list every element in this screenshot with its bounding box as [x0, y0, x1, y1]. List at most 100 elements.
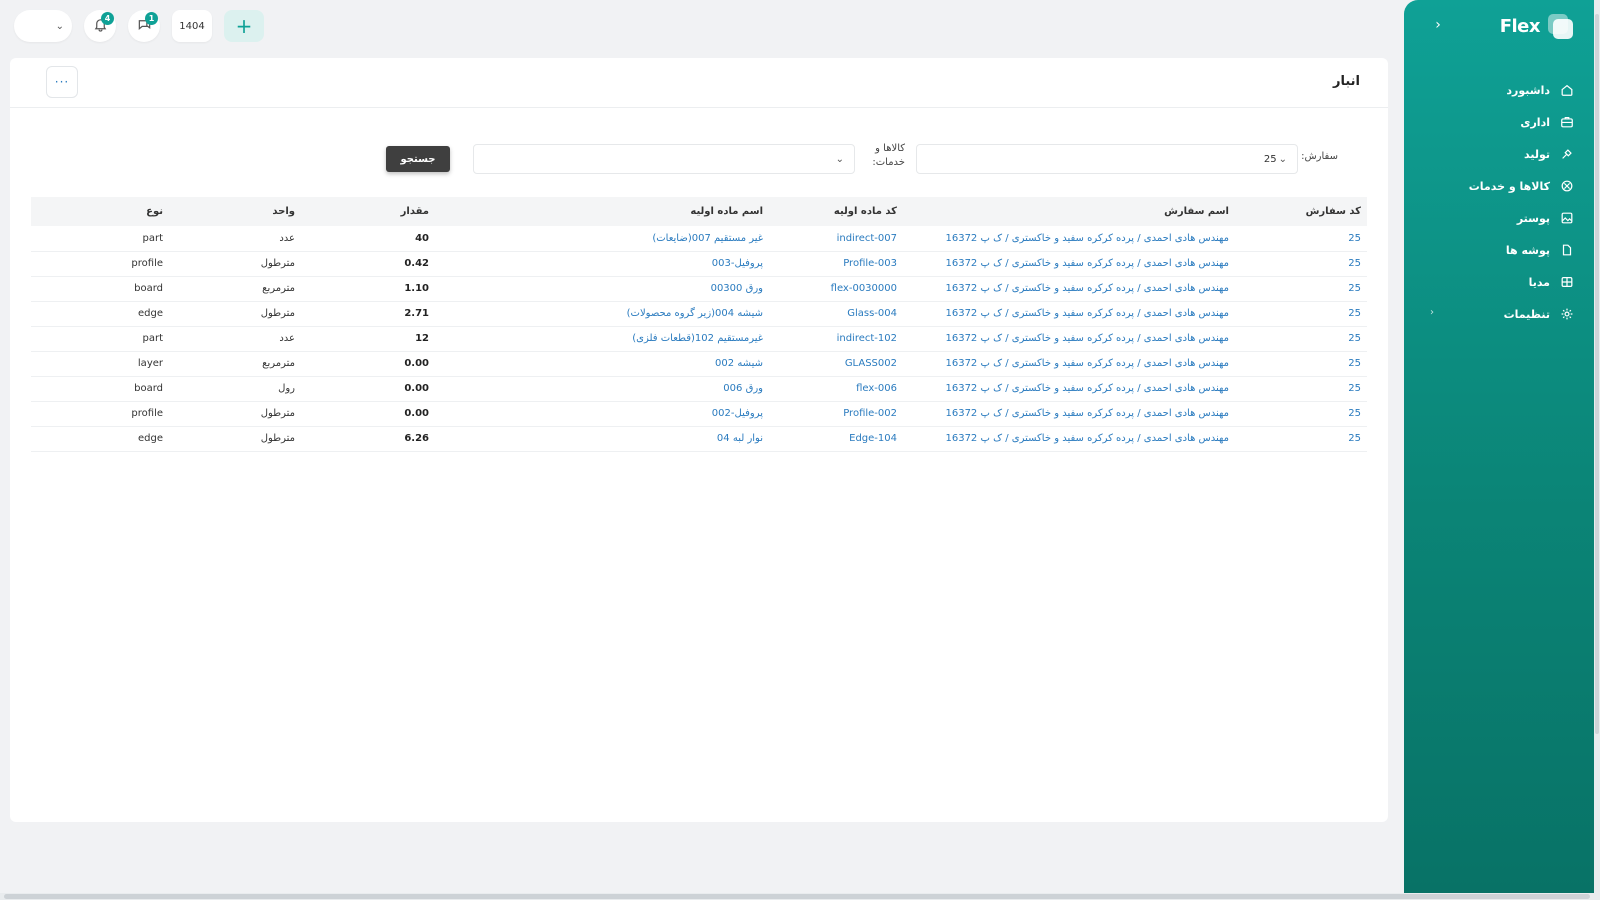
order-name-link[interactable]: مهندس هادی احمدی / پرده کرکره سفید و خاک… [945, 308, 1229, 319]
sidebar-item-admin[interactable]: اداری [1404, 106, 1598, 138]
material-code-link[interactable]: indirect-007 [837, 233, 897, 244]
order-select[interactable]: 25 ⌄ [916, 144, 1298, 174]
column-header-order-code[interactable]: کد سفارش [1235, 197, 1367, 226]
quantity-cell: 2.71 [404, 308, 429, 319]
table-header-row: کد سفارش اسم سفارش کد ماده اولیه اسم ماد… [31, 197, 1367, 226]
order-name-link[interactable]: مهندس هادی احمدی / پرده کرکره سفید و خاک… [945, 333, 1229, 344]
sidebar-item-goods[interactable]: کالاها و خدمات [1404, 170, 1598, 202]
material-name-link[interactable]: ورق 00300 [711, 283, 763, 294]
order-name-link[interactable]: مهندس هادی احمدی / پرده کرکره سفید و خاک… [945, 433, 1229, 444]
sidebar-item-folders[interactable]: پوشه ها [1404, 234, 1598, 266]
material-name-link[interactable]: ورق 006 [723, 383, 763, 394]
quantity-cell: 0.00 [404, 358, 429, 369]
material-name-link[interactable]: شیشه 004(زیر گروه محصولات) [627, 308, 763, 319]
order-code-link[interactable]: 25 [1348, 258, 1361, 269]
unit-cell: مترطول [260, 408, 295, 419]
order-select-value: 25 [1263, 153, 1277, 165]
type-cell: profile [131, 408, 163, 419]
material-code-link[interactable]: flex-006 [856, 383, 897, 394]
column-header-order-name[interactable]: اسم سفارش [903, 197, 1235, 226]
briefcase-icon [1560, 115, 1574, 129]
material-name-link[interactable]: نوار لبه 04 [717, 433, 763, 444]
material-name-link[interactable]: پروفیل-003 [712, 258, 763, 269]
column-header-material-code[interactable]: کد ماده اولیه [769, 197, 903, 226]
order-code-link[interactable]: 25 [1348, 383, 1361, 394]
brand-name: Flex [1499, 15, 1541, 37]
material-code-link[interactable]: GLASS002 [845, 358, 897, 369]
goods-select[interactable]: ⌄ [473, 144, 855, 174]
quantity-cell: 40 [415, 232, 429, 244]
sidebar-item-production[interactable]: تولید [1404, 138, 1598, 170]
material-code-link[interactable]: Edge-104 [849, 433, 897, 444]
quantity-cell: 0.00 [404, 383, 429, 394]
messages-button[interactable]: 1 [128, 10, 160, 42]
order-code-link[interactable]: 25 [1348, 408, 1361, 419]
table-row: 25 مهندس هادی احمدی / پرده کرکره سفید و … [31, 376, 1367, 401]
order-name-link[interactable]: مهندس هادی احمدی / پرده کرکره سفید و خاک… [945, 408, 1229, 419]
table-row: 25 مهندس هادی احمدی / پرده کرکره سفید و … [31, 301, 1367, 326]
material-code-link[interactable]: Profile-003 [843, 258, 897, 269]
brand[interactable]: Flex [1500, 12, 1574, 40]
order-name-link[interactable]: مهندس هادی احمدی / پرده کرکره سفید و خاک… [945, 383, 1229, 394]
add-button[interactable]: + [224, 10, 264, 42]
material-name-link[interactable]: پروفیل-002 [712, 408, 763, 419]
scrollbar-thumb[interactable] [4, 894, 1590, 899]
column-header-type[interactable]: نوع [31, 197, 169, 226]
notifications-button[interactable]: 4 [84, 10, 116, 42]
chevron-right-icon[interactable]: › [1430, 17, 1446, 33]
chevron-right-icon: › [1430, 307, 1434, 318]
logo-icon [1546, 12, 1574, 40]
material-code-link[interactable]: Profile-002 [843, 408, 897, 419]
table-row: 25 مهندس هادی احمدی / پرده کرکره سفید و … [31, 251, 1367, 276]
order-name-link[interactable]: مهندس هادی احمدی / پرده کرکره سفید و خاک… [945, 283, 1229, 294]
sidebar-item-settings[interactable]: › تنظیمات [1404, 298, 1598, 330]
cube-icon [1560, 179, 1574, 193]
order-code-link[interactable]: 25 [1348, 308, 1361, 319]
material-code-link[interactable]: Glass-004 [847, 308, 897, 319]
sidebar-item-media[interactable]: مدیا [1404, 266, 1598, 298]
material-code-link[interactable]: indirect-102 [837, 333, 897, 344]
chevron-down-icon: ⌄ [1278, 153, 1287, 165]
horizontal-scrollbar[interactable] [0, 893, 1594, 900]
order-name-link[interactable]: مهندس هادی احمدی / پرده کرکره سفید و خاک… [945, 258, 1229, 269]
unit-cell: مترطول [260, 433, 295, 444]
topbar: ⌄ 4 1 1404 + [14, 10, 264, 42]
table-row: 25 مهندس هادی احمدی / پرده کرکره سفید و … [31, 401, 1367, 426]
order-code-link[interactable]: 25 [1348, 358, 1361, 369]
material-name-link[interactable]: شیشه 002 [715, 358, 763, 369]
table-row: 25 مهندس هادی احمدی / پرده کرکره سفید و … [31, 276, 1367, 301]
order-code-link[interactable]: 25 [1348, 433, 1361, 444]
type-cell: part [142, 333, 163, 344]
order-code-link[interactable]: 25 [1348, 333, 1361, 344]
type-cell: layer [137, 358, 163, 369]
order-name-link[interactable]: مهندس هادی احمدی / پرده کرکره سفید و خاک… [945, 358, 1229, 369]
material-code-link[interactable]: flex-0030000 [831, 283, 897, 294]
column-header-unit[interactable]: واحد [169, 197, 301, 226]
chevron-down-icon: ⌄ [835, 153, 844, 165]
sidebar-item-dashboard[interactable]: داشبورد [1404, 74, 1598, 106]
unit-cell: عدد [279, 333, 295, 344]
material-name-link[interactable]: غیرمستقیم 102(قطعات فلزی) [632, 333, 763, 344]
order-code-link[interactable]: 25 [1348, 283, 1361, 294]
table-row: 25 مهندس هادی احمدی / پرده کرکره سفید و … [31, 326, 1367, 351]
sidebar-item-label: پوشه ها [1505, 243, 1550, 257]
column-header-quantity[interactable]: مقدار [301, 197, 435, 226]
type-cell: edge [138, 433, 163, 444]
user-select[interactable]: ⌄ [14, 10, 72, 42]
unit-cell: رول [278, 383, 295, 394]
material-name-link[interactable]: غیر مستقیم 007(ضایعات) [652, 233, 763, 244]
sidebar-item-label: پوستر [1516, 211, 1550, 225]
fiscal-year-button[interactable]: 1404 [172, 10, 212, 42]
vertical-scrollbar[interactable] [1594, 0, 1600, 900]
order-code-link[interactable]: 25 [1348, 233, 1361, 244]
goods-filter-label-line2: خدمات: [872, 157, 905, 168]
order-name-link[interactable]: مهندس هادی احمدی / پرده کرکره سفید و خاک… [945, 233, 1229, 244]
scrollbar-thumb[interactable] [1595, 14, 1599, 734]
quantity-cell: 1.10 [404, 283, 429, 294]
sidebar-item-poster[interactable]: پوستر [1404, 202, 1598, 234]
more-options-button[interactable]: ··· [46, 66, 78, 98]
gear-icon [1560, 307, 1574, 321]
quantity-cell: 0.42 [404, 258, 429, 269]
search-button[interactable]: جستجو [386, 146, 450, 172]
column-header-material-name[interactable]: اسم ماده اولیه [435, 197, 769, 226]
